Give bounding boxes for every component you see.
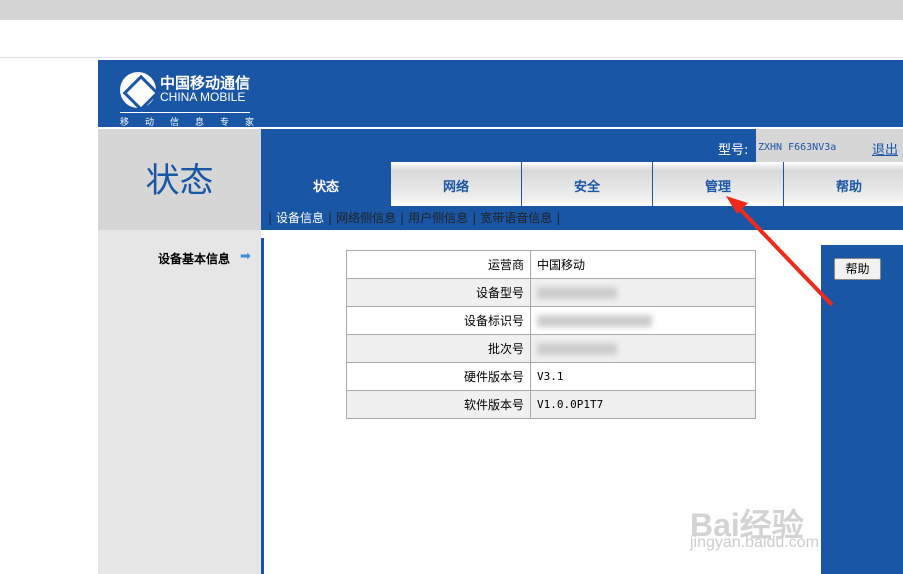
watermark-url: jingyan.baidu.com [690, 534, 819, 551]
red-annotation-arrow [726, 196, 834, 307]
